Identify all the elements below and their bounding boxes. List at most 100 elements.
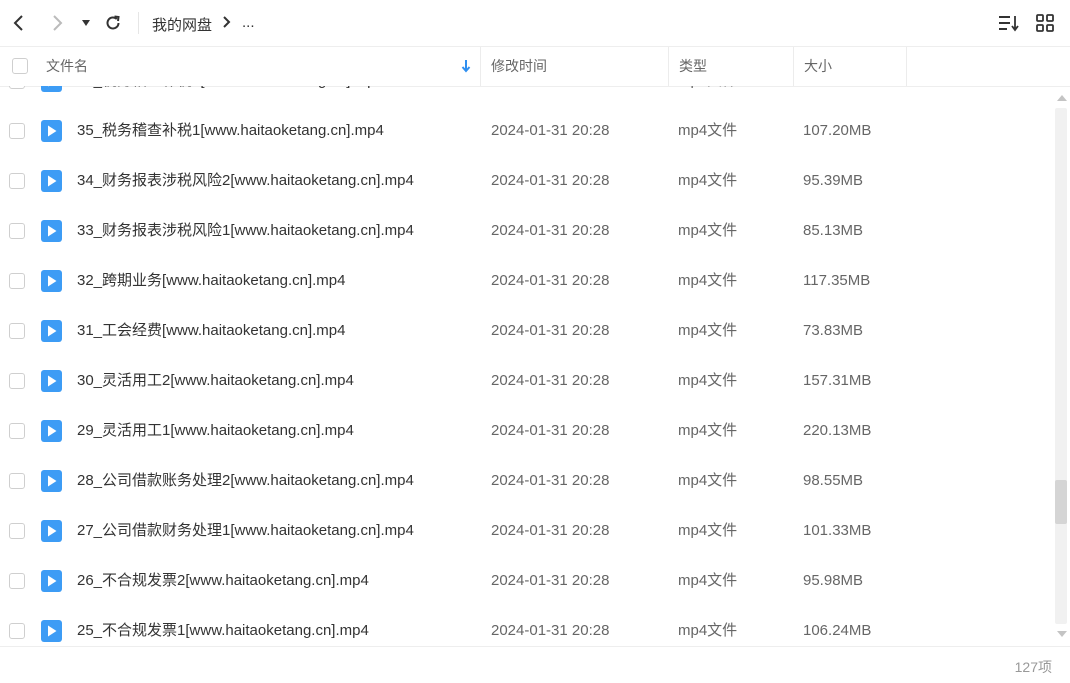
file-type: mp4文件 — [678, 222, 738, 239]
file-size: 117.35MB — [803, 272, 871, 289]
file-modified: 2024-01-31 20:28 — [491, 172, 610, 189]
table-row[interactable]: 32_跨期业务[www.haitaoketang.cn].mp4 2024-01… — [0, 256, 1054, 306]
file-name[interactable]: 35_税务稽查补税1[www.haitaoketang.cn].mp4 — [77, 106, 384, 156]
scroll-track[interactable] — [1055, 108, 1067, 624]
row-checkbox[interactable] — [9, 173, 25, 189]
table-row[interactable]: 35_税务稽查补税1[www.haitaoketang.cn].mp4 2024… — [0, 106, 1054, 156]
scroll-thumb[interactable] — [1055, 480, 1067, 524]
header-size[interactable]: 大小 — [804, 47, 832, 86]
video-file-icon — [41, 620, 62, 642]
file-type: mp4文件 — [678, 322, 738, 339]
file-type: mp4文件 — [678, 372, 738, 389]
row-checkbox[interactable] — [9, 223, 25, 239]
row-checkbox[interactable] — [9, 123, 25, 139]
table-row[interactable]: 25_不合规发票1[www.haitaoketang.cn].mp4 2024-… — [0, 606, 1054, 646]
select-all-checkbox[interactable] — [12, 58, 28, 74]
file-name[interactable]: 28_公司借款账务处理2[www.haitaoketang.cn].mp4 — [77, 456, 414, 506]
row-checkbox[interactable] — [9, 623, 25, 639]
file-name[interactable]: 33_财务报表涉税风险1[www.haitaoketang.cn].mp4 — [77, 206, 414, 256]
breadcrumb-more[interactable]: ... — [242, 14, 255, 31]
back-button[interactable] — [7, 11, 31, 35]
refresh-button[interactable] — [101, 11, 125, 35]
file-type: mp4文件 — [678, 86, 737, 106]
refresh-icon — [106, 15, 120, 30]
video-file-icon — [41, 170, 62, 192]
file-modified: 2024-01-31 20:28 — [491, 472, 610, 489]
file-type: mp4文件 — [678, 172, 738, 189]
breadcrumb-root[interactable]: 我的网盘 — [152, 14, 212, 35]
table-row[interactable]: 33_财务报表涉税风险1[www.haitaoketang.cn].mp4 20… — [0, 206, 1054, 256]
row-checkbox[interactable] — [9, 86, 25, 89]
toolbar-divider — [138, 12, 139, 34]
scroll-down-arrow-icon[interactable] — [1054, 626, 1070, 642]
file-size: 106.24MB — [803, 622, 872, 639]
file-name[interactable]: 32_跨期业务[www.haitaoketang.cn].mp4 — [77, 256, 345, 306]
file-name[interactable]: 29_灵活用工1[www.haitaoketang.cn].mp4 — [77, 406, 354, 456]
table-row[interactable]: 30_灵活用工2[www.haitaoketang.cn].mp4 2024-0… — [0, 356, 1054, 406]
file-name[interactable]: 31_工会经费[www.haitaoketang.cn].mp4 — [77, 306, 345, 356]
chevron-left-icon — [13, 15, 23, 31]
header-modified[interactable]: 修改时间 — [491, 47, 547, 86]
file-size: 73.83MB — [803, 322, 864, 339]
file-size: 220.13MB — [803, 422, 872, 439]
table-row[interactable]: 36_税务稽查补税2[www.haitaoketang.cn].mp4 2024… — [0, 86, 1054, 106]
file-name[interactable]: 34_财务报表涉税风险2[www.haitaoketang.cn].mp4 — [77, 156, 414, 206]
history-dropdown[interactable] — [76, 11, 96, 35]
sort-list-icon — [999, 16, 1019, 32]
forward-button[interactable] — [45, 11, 69, 35]
table-row[interactable]: 31_工会经费[www.haitaoketang.cn].mp4 2024-01… — [0, 306, 1054, 356]
file-name[interactable]: 30_灵活用工2[www.haitaoketang.cn].mp4 — [77, 356, 354, 406]
row-checkbox[interactable] — [9, 523, 25, 539]
table-row[interactable]: 29_灵活用工1[www.haitaoketang.cn].mp4 2024-0… — [0, 406, 1054, 456]
file-type: mp4文件 — [678, 622, 738, 639]
table-row[interactable]: 28_公司借款账务处理2[www.haitaoketang.cn].mp4 20… — [0, 456, 1054, 506]
video-file-icon — [41, 520, 62, 542]
header-name[interactable]: 文件名 — [46, 47, 88, 86]
grid-icon — [1036, 14, 1054, 32]
sort-button[interactable] — [997, 11, 1021, 35]
file-modified: 2024-01-31 20:28 — [491, 222, 610, 239]
file-modified: 2024-01-31 20:28 — [491, 572, 610, 589]
toolbar: 我的网盘 ... — [0, 0, 1070, 47]
grid-view-button[interactable] — [1033, 11, 1057, 35]
video-file-icon — [41, 370, 62, 392]
file-name[interactable]: 26_不合规发票2[www.haitaoketang.cn].mp4 — [77, 556, 369, 606]
row-checkbox[interactable] — [9, 423, 25, 439]
column-divider — [906, 47, 907, 86]
file-name[interactable]: 25_不合规发票1[www.haitaoketang.cn].mp4 — [77, 606, 369, 646]
file-type: mp4文件 — [678, 272, 738, 289]
file-size: 95.39MB — [803, 172, 864, 189]
table-row[interactable]: 34_财务报表涉税风险2[www.haitaoketang.cn].mp4 20… — [0, 156, 1054, 206]
video-file-icon — [41, 120, 62, 142]
caret-down-icon — [82, 20, 90, 26]
item-count: 127项 — [1014, 659, 1052, 675]
file-modified: 2024-01-31 20:28 — [491, 622, 610, 639]
file-modified: 2024-01-31 20:28 — [491, 522, 610, 539]
sort-desc-arrow-icon[interactable] — [461, 59, 471, 76]
video-file-icon — [41, 470, 62, 492]
file-modified: 2024-01-31 20:28 — [491, 122, 610, 139]
file-name[interactable]: 36_税务稽查补税2[www.haitaoketang.cn].mp4 — [77, 86, 384, 106]
row-checkbox[interactable] — [9, 473, 25, 489]
table-row[interactable]: 27_公司借款财务处理1[www.haitaoketang.cn].mp4 20… — [0, 506, 1054, 556]
header-type[interactable]: 类型 — [679, 47, 707, 86]
file-size: 98.55MB — [803, 472, 864, 489]
row-checkbox[interactable] — [9, 273, 25, 289]
breadcrumb-separator-icon — [222, 14, 232, 35]
video-file-icon — [41, 270, 62, 292]
file-list: 36_税务稽查补税2[www.haitaoketang.cn].mp4 2024… — [0, 86, 1054, 646]
file-type: mp4文件 — [678, 572, 738, 589]
file-modified: 2024-01-31 20:28 — [491, 322, 610, 339]
row-checkbox[interactable] — [9, 573, 25, 589]
file-modified: 2024-01-31 20:28 — [491, 272, 610, 289]
vertical-scrollbar[interactable] — [1054, 86, 1070, 646]
column-header: 文件名 修改时间 类型 大小 — [0, 47, 1070, 87]
file-name[interactable]: 27_公司借款财务处理1[www.haitaoketang.cn].mp4 — [77, 506, 414, 556]
scroll-up-arrow-icon[interactable] — [1054, 90, 1070, 106]
table-row[interactable]: 26_不合规发票2[www.haitaoketang.cn].mp4 2024-… — [0, 556, 1054, 606]
row-checkbox[interactable] — [9, 323, 25, 339]
file-type: mp4文件 — [678, 472, 738, 489]
column-divider — [793, 47, 794, 86]
row-checkbox[interactable] — [9, 373, 25, 389]
file-type: mp4文件 — [678, 522, 738, 539]
